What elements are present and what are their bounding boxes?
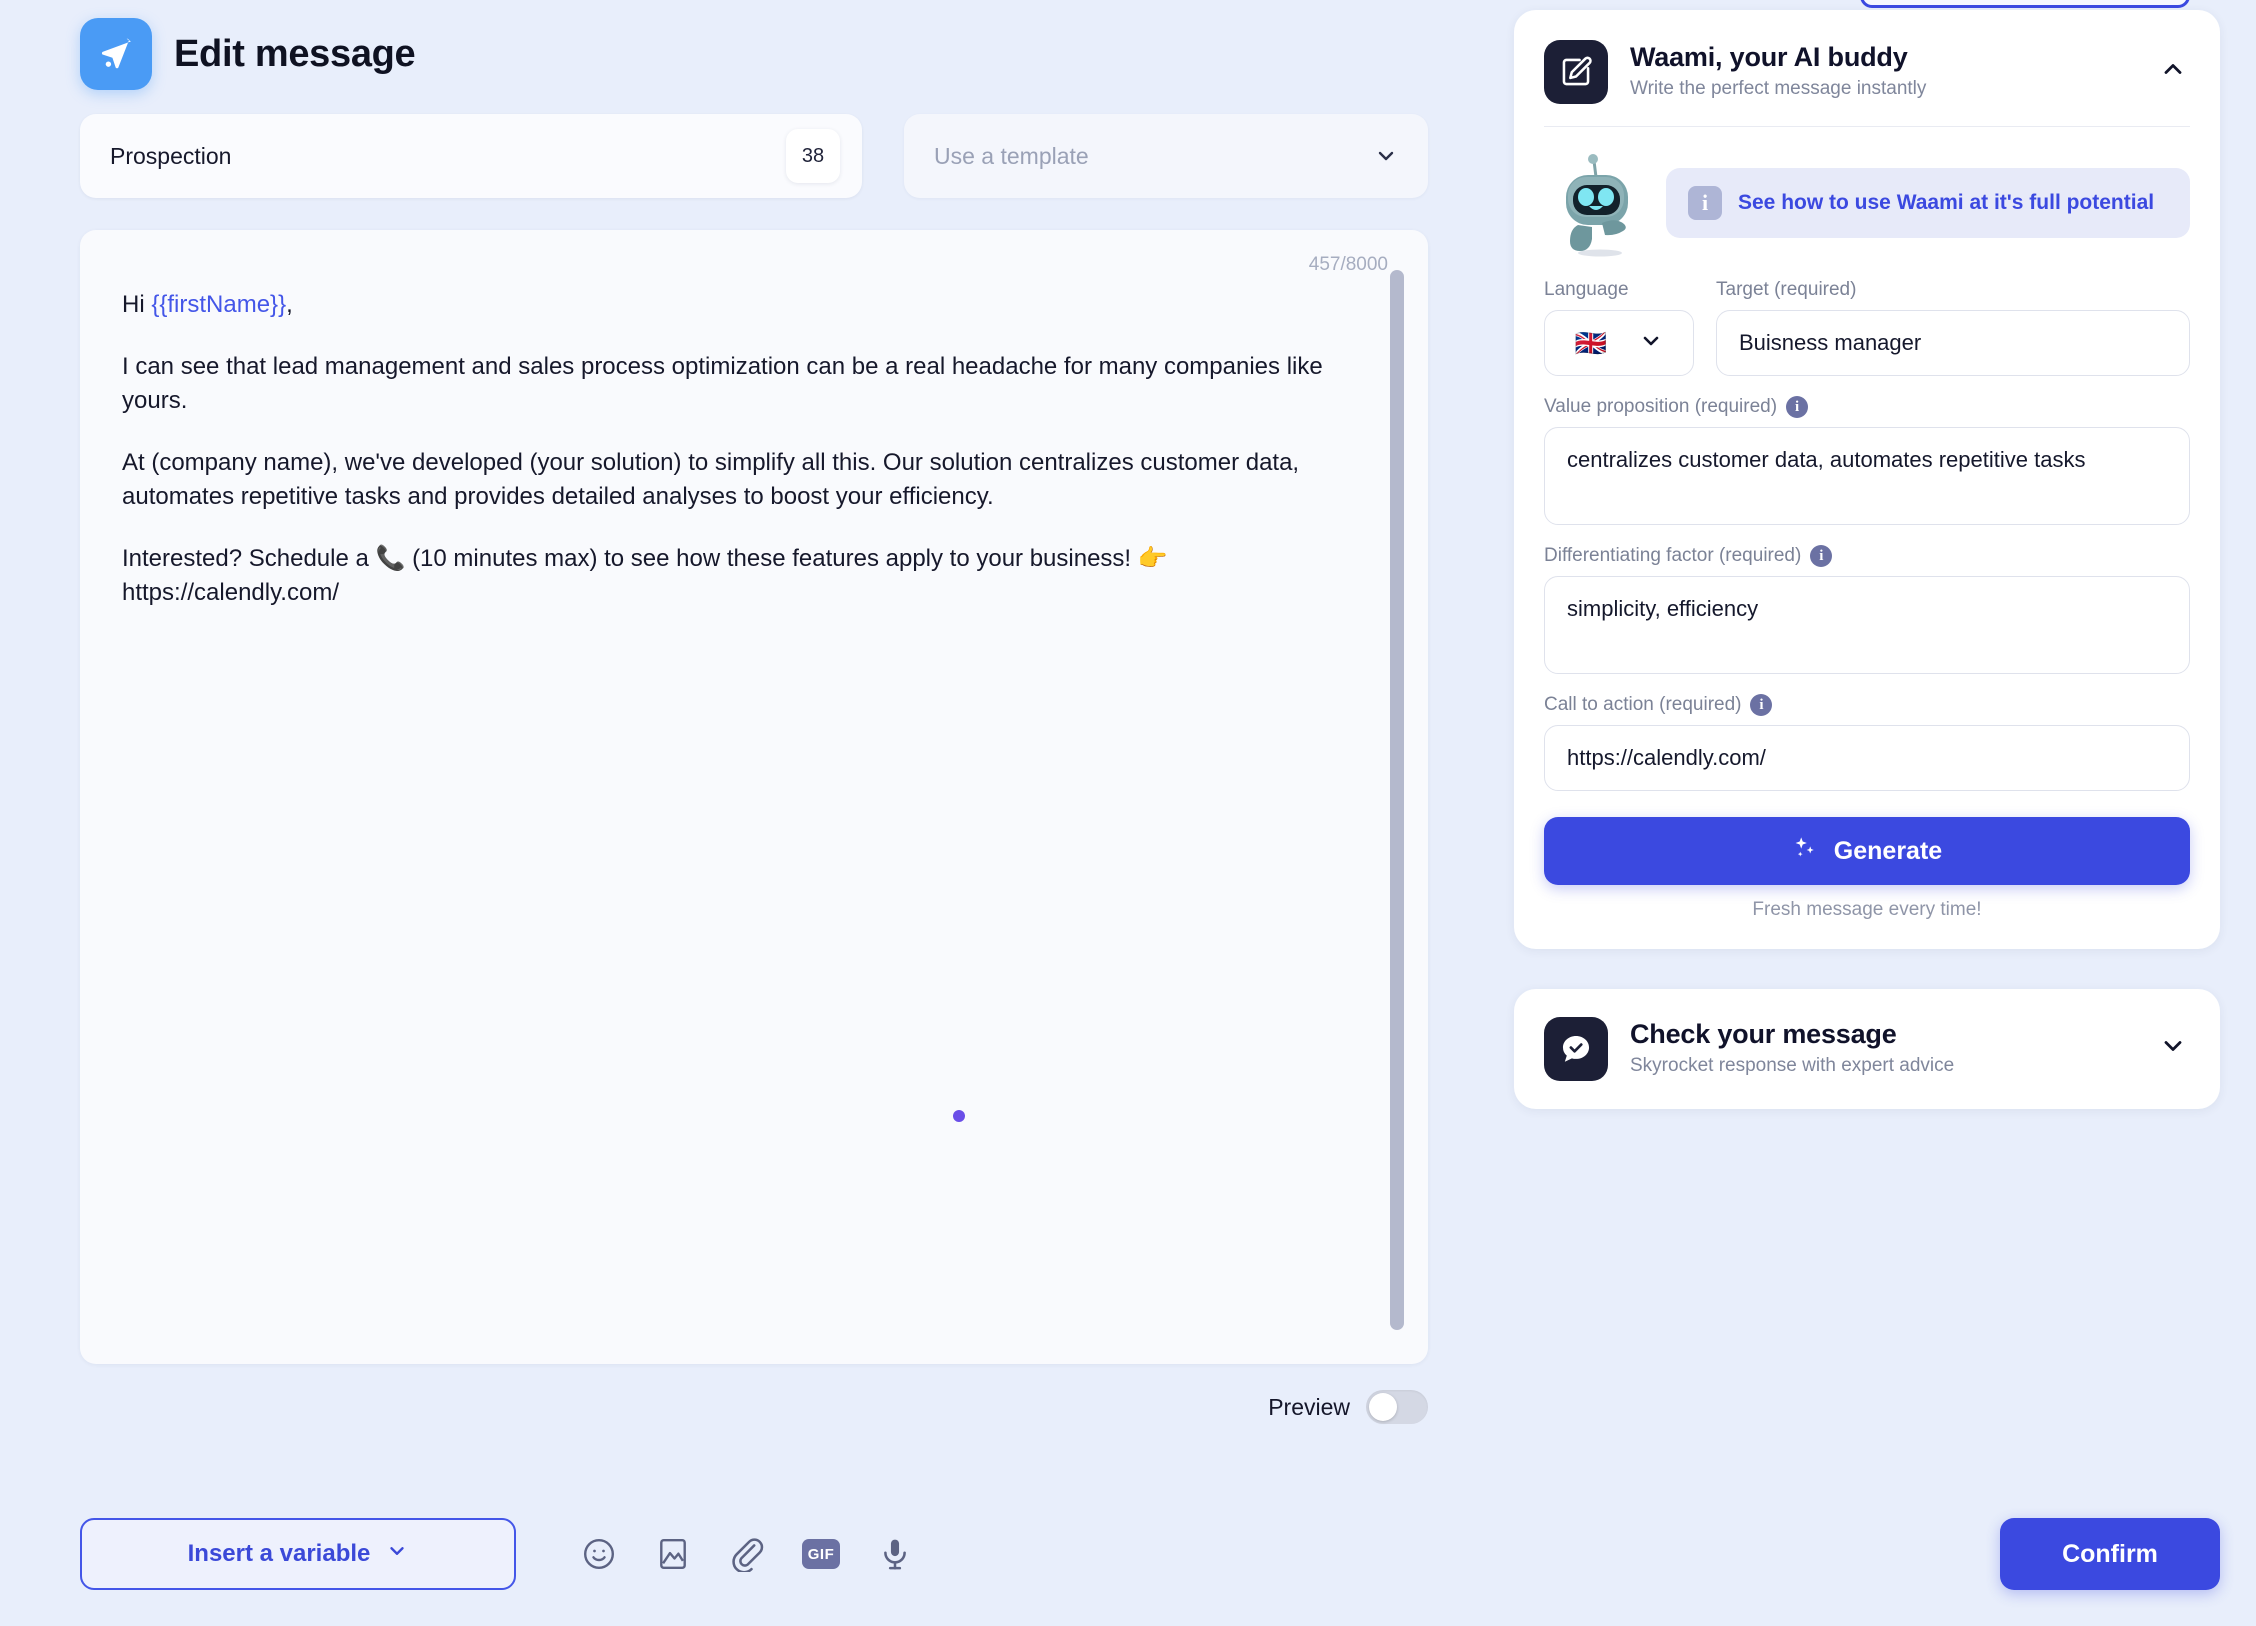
insert-variable-button[interactable]: Insert a variable (80, 1518, 516, 1590)
check-message-card[interactable]: Check your message Skyrocket response wi… (1514, 989, 2220, 1109)
waami-promo-link[interactable]: i See how to use Waami at it's full pote… (1666, 168, 2190, 238)
message-paragraph-4: Interested? Schedule a 📞 (10 minutes max… (122, 545, 1168, 607)
value-proposition-label-text: Value proposition (required) (1544, 396, 1778, 417)
waami-subtitle: Write the perfect message instantly (1630, 78, 1927, 99)
attachment-icon[interactable] (726, 1533, 768, 1575)
template-placeholder: Use a template (934, 142, 1089, 169)
info-icon[interactable]: i (1750, 694, 1773, 716)
preview-toggle[interactable] (1366, 1390, 1428, 1424)
message-greeting: Hi {{firstName}}, (122, 288, 1328, 322)
generate-label: Generate (1833, 836, 1943, 865)
preview-toggle-knob (1369, 1393, 1397, 1421)
sparkles-icon (1792, 835, 1818, 868)
first-name-variable: {{firstName}} (151, 291, 287, 318)
message-body[interactable]: Hi {{firstName}}, I can see that lead ma… (80, 230, 1428, 611)
message-name-badge: 38 (786, 129, 840, 183)
info-icon: i (1688, 186, 1722, 220)
language-block: Language 🇬🇧 (1544, 259, 1694, 376)
waami-card: Waami, your AI buddy Write the perfect m… (1514, 10, 2220, 949)
chat-check-icon (1544, 1017, 1608, 1081)
waami-promo-row: i See how to use Waami at it's full pote… (1544, 147, 2190, 259)
differentiating-factor-input[interactable]: simplicity, efficiency (1544, 576, 2190, 674)
message-name-value: Prospection (110, 142, 232, 169)
composer-tools: GIF (578, 1533, 916, 1575)
preview-toggle-row: Preview (80, 1390, 1428, 1424)
compose-pencil-icon (1544, 40, 1608, 104)
message-editor[interactable]: 457/8000 Hi {{firstName}}, I can see tha… (80, 230, 1428, 1364)
insert-variable-label: Insert a variable (187, 1540, 371, 1567)
check-message-header[interactable]: Check your message Skyrocket response wi… (1544, 1017, 2190, 1081)
waami-card-header[interactable]: Waami, your AI buddy Write the perfect m… (1544, 40, 2190, 104)
offscreen-top-button[interactable] (1860, 0, 2190, 8)
message-editor-column: Edit message Prospection 38 Use a templa… (0, 0, 1480, 1626)
generate-button[interactable]: Generate (1544, 817, 2190, 885)
call-to-action-label-text: Call to action (required) (1544, 694, 1742, 715)
value-proposition-input[interactable]: centralizes customer data, automates rep… (1544, 427, 2190, 525)
target-input[interactable]: Buisness manager (1716, 310, 2190, 376)
chevron-down-icon[interactable] (2156, 1029, 2190, 1063)
ai-assistant-panel: Waami, your AI buddy Write the perfect m… (1478, 0, 2256, 1626)
emoji-icon[interactable] (578, 1533, 620, 1575)
card-divider (1544, 126, 2190, 127)
call-to-action-label: Call to action (required) i (1544, 694, 2190, 716)
language-select[interactable]: 🇬🇧 (1544, 310, 1694, 376)
page-header: Edit message (80, 0, 1400, 92)
gif-icon[interactable]: GIF (800, 1533, 842, 1575)
cursor-indicator-dot (953, 1110, 965, 1122)
call-to-action-input[interactable]: https://calendly.com/ (1544, 725, 2190, 791)
uk-flag-icon: 🇬🇧 (1574, 328, 1608, 358)
check-message-subtitle: Skyrocket response with expert advice (1630, 1055, 1955, 1076)
language-label: Language (1544, 279, 1629, 300)
editor-scrollbar[interactable] (1390, 270, 1404, 1330)
info-icon[interactable]: i (1810, 545, 1833, 567)
microphone-icon[interactable] (874, 1533, 916, 1575)
info-icon[interactable]: i (1786, 396, 1809, 418)
edit-message-screen: Edit message Prospection 38 Use a templa… (0, 0, 2256, 1626)
preview-label: Preview (1268, 1393, 1350, 1420)
message-paragraph-2: I can see that lead management and sales… (122, 353, 1323, 415)
chevron-up-icon[interactable] (2156, 52, 2190, 86)
differentiating-factor-label: Differentiating factor (required) i (1544, 545, 2190, 567)
message-paragraph-3: At (company name), we've developed (your… (122, 449, 1300, 511)
image-icon[interactable] (652, 1533, 694, 1575)
gif-label: GIF (802, 1539, 840, 1569)
chevron-down-icon (1639, 329, 1663, 358)
differentiating-factor-label-text: Differentiating factor (required) (1544, 545, 1802, 566)
message-meta-row: Prospection 38 Use a template (80, 114, 1428, 198)
send-plane-icon (80, 18, 152, 90)
chevron-down-icon (1374, 144, 1398, 168)
waami-title: Waami, your AI buddy (1630, 42, 1908, 72)
fresh-message-note: Fresh message every time! (1752, 899, 1982, 920)
greeting-prefix: Hi (122, 291, 152, 318)
greeting-suffix: , (286, 291, 293, 318)
check-message-title: Check your message (1630, 1019, 1897, 1049)
page-title: Edit message (174, 32, 416, 75)
target-block: Target (required) Buisness manager (1716, 259, 2190, 376)
character-counter: 457/8000 (1308, 254, 1388, 275)
target-label: Target (required) (1716, 279, 1857, 300)
value-proposition-label: Value proposition (required) i (1544, 396, 2190, 418)
message-name-input[interactable]: Prospection 38 (80, 114, 862, 198)
language-target-row: Language 🇬🇧 Target (required) Buisness m… (1544, 259, 2190, 376)
chevron-down-icon (386, 1540, 408, 1569)
use-a-template-select[interactable]: Use a template (904, 114, 1428, 198)
robot-mascot (1544, 147, 1652, 259)
waami-promo-text: See how to use Waami at it's full potent… (1738, 190, 2155, 214)
